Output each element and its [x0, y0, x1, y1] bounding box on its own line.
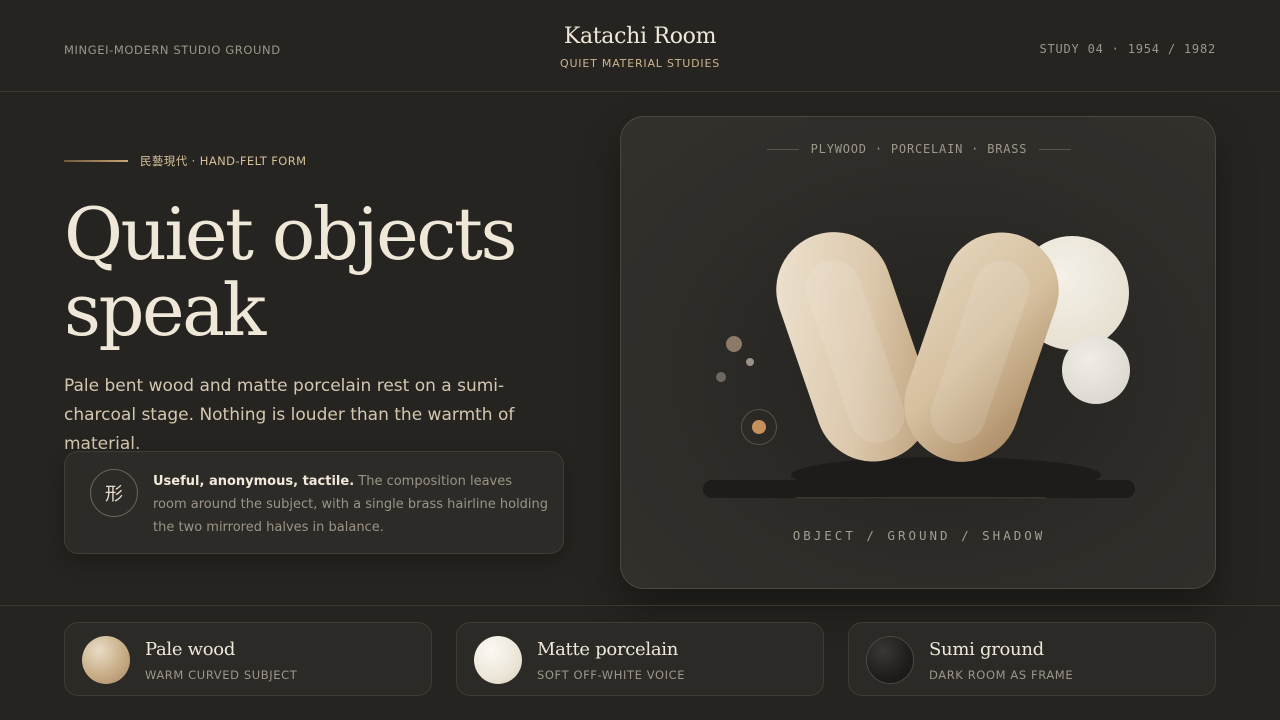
porcelain-swatch-icon [474, 636, 522, 684]
materials-text: PLYWOOD · PORCELAIN · BRASS [810, 142, 1028, 156]
swatch-title: Sumi ground [929, 639, 1044, 660]
brass-hairline [64, 160, 128, 162]
stage-illustration [661, 157, 1201, 577]
stage-caption: OBJECT / GROUND / SHADOW [792, 528, 1046, 543]
swatch-title: Matte porcelain [537, 639, 679, 660]
brand-subtitle: QUIET MATERIAL STUDIES [560, 57, 720, 70]
swatch-subtitle: SOFT OFF-WHITE VOICE [537, 668, 686, 682]
porcelain-sphere-small [1062, 336, 1130, 404]
brass-dot-small [746, 358, 754, 366]
headline-line-1: Quiet objects [64, 192, 517, 276]
katachi-glyph-icon: 形 [90, 469, 138, 517]
swatch-card-pale-wood[interactable]: Pale wood WARM CURVED SUBJECT [64, 622, 432, 696]
note-text: Useful, anonymous, tactile. The composit… [153, 470, 549, 539]
brass-dot-large [726, 336, 742, 352]
page-title: Quiet objects speak [64, 196, 584, 348]
pale-wood-swatch-icon [82, 636, 130, 684]
lead-paragraph: Pale bent wood and matte porcelain rest … [64, 376, 515, 454]
object-stage: PLYWOOD · PORCELAIN · BRASS OBJECT / GRO… [620, 116, 1216, 589]
label-rule-left [766, 149, 799, 150]
swatch-card-sumi-ground[interactable]: Sumi ground DARK ROOM AS FRAME [848, 622, 1216, 696]
sumi-swatch-icon [866, 636, 914, 684]
swatch-subtitle: DARK ROOM AS FRAME [929, 668, 1074, 682]
footer-divider [0, 605, 1280, 606]
brass-hairline-base [796, 497, 1046, 499]
materials-label: PLYWOOD · PORCELAIN · BRASS [621, 142, 1215, 156]
swatch-subtitle: WARM CURVED SUBJECT [145, 668, 298, 682]
eyebrow: 民藝現代 · HAND-FELT FORM [64, 153, 306, 169]
ground-bar [703, 480, 1135, 498]
note-card: 形 Useful, anonymous, tactile. The compos… [64, 451, 564, 554]
brass-dot-muted [716, 372, 726, 382]
headline-line-2: speak [64, 268, 266, 352]
study-label: STUDY 04 · 1954 / 1982 [1039, 42, 1216, 56]
site-header: MINGEI-MODERN STUDIO GROUND Katachi Room… [0, 0, 1280, 92]
swatch-card-matte-porcelain[interactable]: Matte porcelain SOFT OFF-WHITE VOICE [456, 622, 824, 696]
eyebrow-text: 民藝現代 · HAND-FELT FORM [140, 154, 307, 168]
brass-dot-core [752, 420, 766, 434]
note-strong: Useful, anonymous, tactile. [153, 474, 355, 489]
label-rule-right [1039, 149, 1072, 150]
swatch-title: Pale wood [145, 639, 236, 660]
